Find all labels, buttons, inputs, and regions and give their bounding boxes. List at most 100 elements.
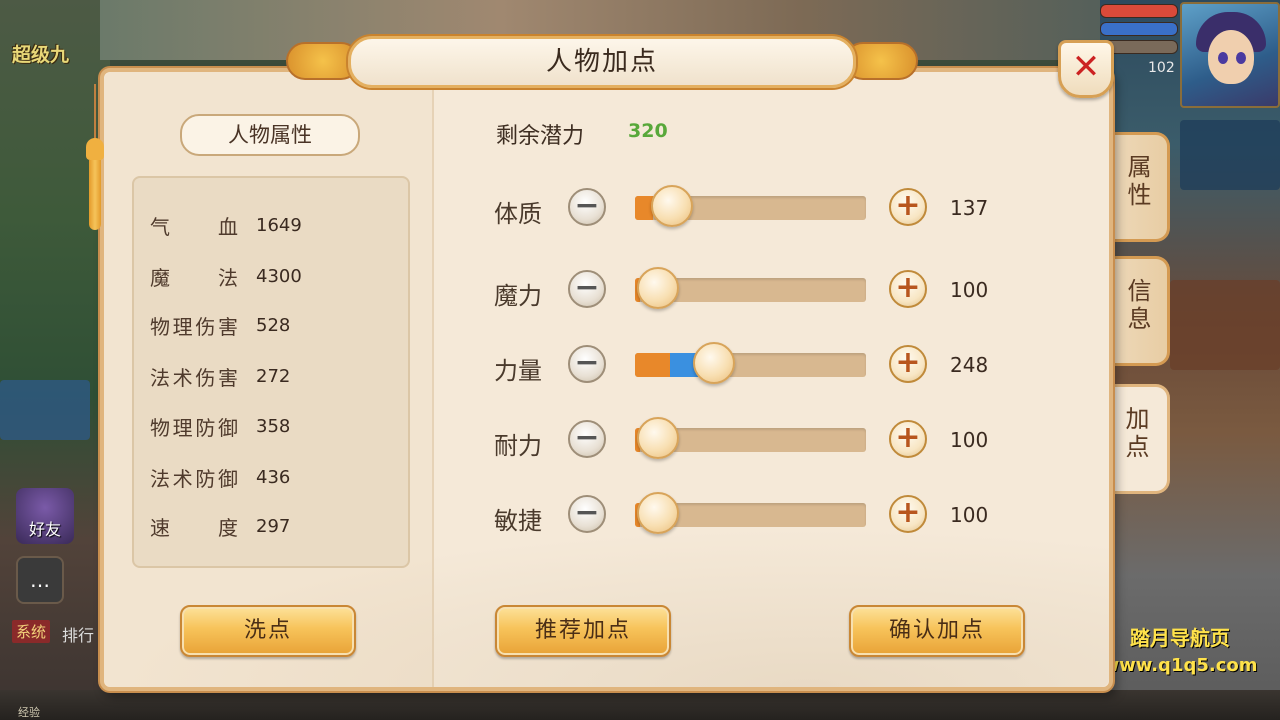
roof-decoration bbox=[0, 380, 90, 440]
close-button[interactable]: ✕ bbox=[1058, 40, 1114, 98]
stat-value: 100 bbox=[950, 503, 989, 527]
watermark-url: www.q1q5.com bbox=[1102, 655, 1258, 676]
potential-value: 320 bbox=[628, 120, 668, 142]
minus-icon: − bbox=[574, 345, 600, 380]
exp-label: 经验 bbox=[18, 706, 40, 719]
attribute-label: 气血 bbox=[150, 215, 238, 239]
chat-button[interactable]: … bbox=[16, 556, 64, 604]
attribute-value: 358 bbox=[256, 416, 291, 437]
tassel-ornament bbox=[86, 84, 104, 234]
tab-add-points-label: 加点 bbox=[1125, 405, 1150, 461]
plus-icon: + bbox=[895, 345, 921, 380]
watermark: 踏月导航页 www.q1q5.com bbox=[1090, 622, 1270, 676]
attribute-value: 272 bbox=[256, 366, 291, 387]
minus-icon: − bbox=[574, 420, 600, 455]
stat-value: 100 bbox=[950, 428, 989, 452]
confirm-points-button[interactable]: 确认加点 bbox=[849, 605, 1025, 657]
stat-row-agility: 敏捷 − +100 bbox=[494, 492, 994, 539]
magic-slider-handle[interactable] bbox=[637, 267, 679, 309]
reset-points-label: 洗点 bbox=[243, 618, 292, 643]
friends-label: 好友 bbox=[28, 520, 61, 539]
attribute-value: 297 bbox=[256, 516, 291, 537]
stat-name: 耐力 bbox=[494, 432, 542, 460]
stat-row-magic: 魔力 − +100 bbox=[494, 267, 994, 314]
attribute-row-magic-damage: 法术伤害 272 bbox=[150, 362, 290, 392]
endurance-slider-track[interactable] bbox=[635, 417, 866, 459]
attribute-value: 528 bbox=[256, 315, 291, 336]
background-bottom-bar bbox=[0, 690, 1280, 720]
base-fill bbox=[635, 353, 670, 377]
stat-name: 敏捷 bbox=[494, 507, 542, 535]
attribute-row-mp: 魔法 4300 bbox=[150, 262, 302, 292]
constitution-slider-handle[interactable] bbox=[651, 185, 693, 227]
panel-title-plaque: 人物加点 bbox=[348, 36, 856, 88]
watermark-title: 踏月导航页 bbox=[1130, 626, 1230, 650]
potential-label: 剩余潜力 bbox=[496, 124, 585, 149]
close-icon: ✕ bbox=[1071, 47, 1101, 87]
panel-title: 人物加点 bbox=[545, 47, 658, 77]
decrease-strength-button[interactable]: − bbox=[568, 345, 606, 383]
decrease-constitution-button[interactable]: − bbox=[568, 188, 606, 226]
attribute-label: 物理防御 bbox=[150, 416, 238, 440]
decrease-endurance-button[interactable]: − bbox=[568, 420, 606, 458]
rank-text: 排行 bbox=[62, 626, 95, 645]
plus-icon: + bbox=[895, 495, 921, 530]
magic-slider-track[interactable] bbox=[635, 267, 866, 309]
increase-magic-button[interactable]: + bbox=[889, 270, 927, 308]
confirm-points-label: 确认加点 bbox=[888, 618, 985, 643]
attributes-header-label: 人物属性 bbox=[228, 123, 312, 147]
attribute-row-magic-defense: 法术防御 436 bbox=[150, 463, 290, 493]
tab-info[interactable]: 信息 bbox=[1112, 256, 1170, 366]
increase-constitution-button[interactable]: + bbox=[889, 188, 927, 226]
stat-value: 100 bbox=[950, 278, 989, 302]
plus-icon: + bbox=[895, 188, 921, 223]
increase-endurance-button[interactable]: + bbox=[889, 420, 927, 458]
attribute-value: 436 bbox=[256, 467, 291, 488]
hp-bar bbox=[1100, 4, 1178, 18]
strength-slider-track[interactable] bbox=[635, 342, 866, 384]
agility-slider-track[interactable] bbox=[635, 492, 866, 534]
decrease-agility-button[interactable]: − bbox=[568, 495, 606, 533]
friends-button[interactable]: 好友 bbox=[16, 488, 74, 544]
attributes-header: 人物属性 bbox=[180, 114, 360, 156]
minus-icon: − bbox=[574, 188, 600, 223]
player-portrait[interactable] bbox=[1180, 2, 1280, 108]
plus-icon: + bbox=[895, 270, 921, 305]
tab-attributes[interactable]: 属性 bbox=[1112, 132, 1170, 242]
attribute-label: 物理伤害 bbox=[150, 315, 238, 339]
stat-name: 力量 bbox=[494, 357, 542, 385]
stat-row-strength: 力量 − +248 bbox=[494, 342, 994, 389]
attribute-label: 法术防御 bbox=[150, 467, 238, 491]
tab-info-label: 信息 bbox=[1127, 277, 1152, 333]
reset-points-button[interactable]: 洗点 bbox=[180, 605, 356, 657]
tab-add-points[interactable]: 加点 bbox=[1108, 384, 1170, 494]
plus-icon: + bbox=[895, 420, 921, 455]
recommend-points-label: 推荐加点 bbox=[534, 618, 631, 643]
stat-value: 248 bbox=[950, 353, 989, 377]
attribute-row-physical-defense: 物理防御 358 bbox=[150, 412, 290, 442]
stat-name: 魔力 bbox=[494, 282, 542, 310]
mp-bar bbox=[1100, 22, 1178, 36]
attribute-row-speed: 速度 297 bbox=[150, 512, 290, 542]
roof-decoration bbox=[1180, 120, 1280, 190]
tab-attributes-label: 属性 bbox=[1127, 153, 1152, 209]
recommend-points-button[interactable]: 推荐加点 bbox=[495, 605, 671, 657]
system-tag: 系统 bbox=[12, 620, 51, 643]
building-decoration bbox=[1170, 280, 1280, 370]
attribute-label: 法术伤害 bbox=[150, 366, 238, 390]
attributes-list: 气血 1649 魔法 4300 物理伤害 528 法术伤害 272 物理防御 358 法术… bbox=[132, 176, 410, 568]
constitution-slider-track[interactable] bbox=[635, 185, 866, 227]
stat-row-endurance: 耐力 − +100 bbox=[494, 417, 994, 464]
attribute-value: 1649 bbox=[256, 215, 302, 236]
increase-strength-button[interactable]: + bbox=[889, 345, 927, 383]
player-level: 102 bbox=[1148, 60, 1175, 76]
stat-row-constitution: 体质 − +137 bbox=[494, 185, 994, 232]
attribute-label: 速度 bbox=[150, 516, 238, 540]
agility-slider-handle[interactable] bbox=[637, 492, 679, 534]
strength-slider-handle[interactable] bbox=[693, 342, 735, 384]
endurance-slider-handle[interactable] bbox=[637, 417, 679, 459]
decrease-magic-button[interactable]: − bbox=[568, 270, 606, 308]
attribute-label: 魔法 bbox=[150, 266, 238, 290]
minus-icon: − bbox=[574, 495, 600, 530]
increase-agility-button[interactable]: + bbox=[889, 495, 927, 533]
